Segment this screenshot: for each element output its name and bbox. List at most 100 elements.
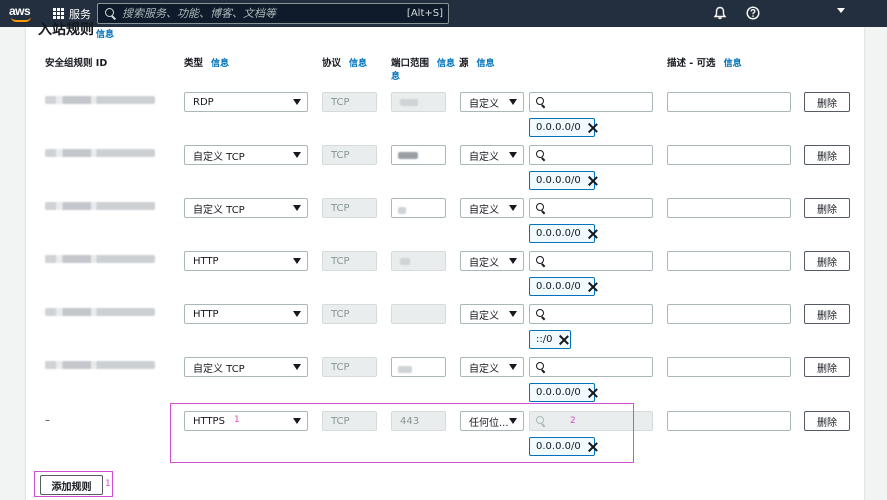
search-icon — [535, 361, 547, 373]
type-select[interactable]: 自定义 TCP — [184, 198, 308, 218]
aws-logo[interactable]: aws — [9, 4, 35, 24]
close-icon[interactable] — [588, 388, 594, 398]
description-input[interactable] — [667, 304, 791, 324]
chevron-down-icon — [293, 99, 301, 105]
source-select[interactable]: 自定义 — [460, 198, 524, 218]
description-input[interactable] — [667, 198, 791, 218]
chevron-down-icon — [509, 99, 517, 105]
col-header-source: 源信息 — [459, 58, 495, 69]
close-icon[interactable] — [588, 176, 594, 186]
new-rule-id: – — [45, 415, 50, 426]
port-input[interactable] — [391, 145, 446, 165]
search-icon — [535, 96, 547, 108]
description-input[interactable] — [667, 251, 791, 271]
protocol-info-link[interactable]: 信息 — [349, 59, 367, 69]
source-select[interactable]: 自定义 — [460, 251, 524, 271]
source-select[interactable]: 自定义 — [460, 92, 524, 112]
delete-rule-button[interactable]: 删除 — [804, 357, 850, 377]
cidr-search-input[interactable] — [529, 304, 653, 324]
cidr-search-input[interactable] — [529, 92, 653, 112]
col-header-description: 描述 - 可选 信息 — [667, 58, 742, 69]
cidr-chip: 0.0.0.0/0 — [529, 118, 595, 137]
cidr-chip: 0.0.0.0/0 — [529, 224, 595, 243]
rule-id-redacted — [45, 202, 155, 210]
description-info-link[interactable]: 信息 — [724, 59, 742, 69]
col-header-rule-id: 安全组规则 ID — [45, 58, 108, 69]
rule-id-redacted — [45, 255, 155, 263]
source-select[interactable]: 自定义 — [460, 304, 524, 324]
cidr-search-input[interactable] — [529, 198, 653, 218]
close-icon[interactable] — [588, 229, 594, 239]
chevron-down-icon — [509, 258, 517, 264]
source-select[interactable]: 自定义 — [460, 145, 524, 165]
cidr-chip: ::/0 — [529, 330, 571, 349]
port-field — [391, 251, 446, 271]
col-header-type: 类型 信息 — [184, 58, 230, 69]
aws-smile-icon — [11, 17, 31, 22]
close-icon[interactable] — [588, 123, 594, 133]
section-title: 入站规则 — [38, 22, 94, 38]
cidr-search-input[interactable] — [529, 251, 653, 271]
search-icon — [535, 202, 547, 214]
port-info-link-wrap[interactable]: 息 — [391, 69, 400, 82]
type-select[interactable]: 自定义 TCP — [184, 357, 308, 377]
description-input[interactable] — [667, 92, 791, 112]
search-icon — [535, 308, 547, 320]
annotation-label: 1 — [105, 479, 111, 489]
protocol-field: TCP — [322, 357, 377, 377]
search-shortcut-hint: [Alt+S] — [406, 8, 443, 19]
port-info-link[interactable]: 信息 — [437, 59, 455, 69]
description-input[interactable] — [667, 357, 791, 377]
grid-icon — [53, 8, 64, 19]
port-field — [391, 304, 446, 324]
cidr-search-input[interactable] — [529, 145, 653, 165]
source-info-link[interactable]: 信息 — [477, 59, 495, 69]
protocol-field: TCP — [322, 92, 377, 112]
chevron-down-icon — [293, 152, 301, 158]
delete-rule-button[interactable]: 删除 — [804, 92, 850, 112]
protocol-field: TCP — [322, 251, 377, 271]
type-select[interactable]: HTTP — [184, 251, 308, 271]
services-menu-button[interactable]: 服务 — [53, 6, 91, 21]
chevron-down-icon — [509, 152, 517, 158]
chevron-down-icon — [293, 364, 301, 370]
cidr-chip: 0.0.0.0/0 — [529, 277, 595, 296]
chevron-down-icon — [293, 311, 301, 317]
top-navigation-bar: aws 服务 [Alt+S] — [0, 0, 887, 27]
source-select[interactable]: 自定义 — [460, 357, 524, 377]
delete-rule-button[interactable]: 删除 — [804, 411, 850, 431]
delete-rule-button[interactable]: 删除 — [804, 251, 850, 271]
delete-rule-button[interactable]: 删除 — [804, 145, 850, 165]
global-search-input[interactable] — [120, 7, 407, 20]
description-input[interactable] — [667, 411, 791, 431]
type-select[interactable]: HTTP — [184, 304, 308, 324]
search-icon — [535, 255, 547, 267]
global-search-box[interactable]: [Alt+S] — [97, 3, 449, 24]
type-select[interactable]: RDP — [184, 92, 308, 112]
type-select[interactable]: 自定义 TCP — [184, 145, 308, 165]
close-icon[interactable] — [559, 335, 569, 345]
help-icon[interactable] — [746, 6, 760, 20]
port-input[interactable] — [391, 198, 446, 218]
rule-id-redacted — [45, 361, 155, 369]
chevron-down-icon — [509, 364, 517, 370]
description-input[interactable] — [667, 145, 791, 165]
close-icon[interactable] — [588, 282, 594, 292]
cidr-chip: 0.0.0.0/0 — [529, 171, 595, 190]
chevron-down-icon — [293, 205, 301, 211]
bell-icon[interactable] — [713, 6, 727, 20]
annotation-highlight-box — [170, 403, 634, 463]
port-input[interactable] — [391, 357, 446, 377]
account-caret-down-icon[interactable] — [837, 8, 845, 13]
chevron-down-icon — [293, 258, 301, 264]
delete-rule-button[interactable]: 删除 — [804, 304, 850, 324]
rule-id-redacted — [45, 149, 155, 157]
delete-rule-button[interactable]: 删除 — [804, 198, 850, 218]
cidr-search-input[interactable] — [529, 357, 653, 377]
section-info-link[interactable]: 信息 — [96, 27, 114, 40]
type-info-link[interactable]: 信息 — [211, 59, 229, 69]
col-header-protocol: 协议 信息 — [322, 58, 368, 69]
chevron-down-icon — [509, 311, 517, 317]
search-icon — [102, 5, 120, 23]
cidr-chip: 0.0.0.0/0 — [529, 383, 595, 402]
